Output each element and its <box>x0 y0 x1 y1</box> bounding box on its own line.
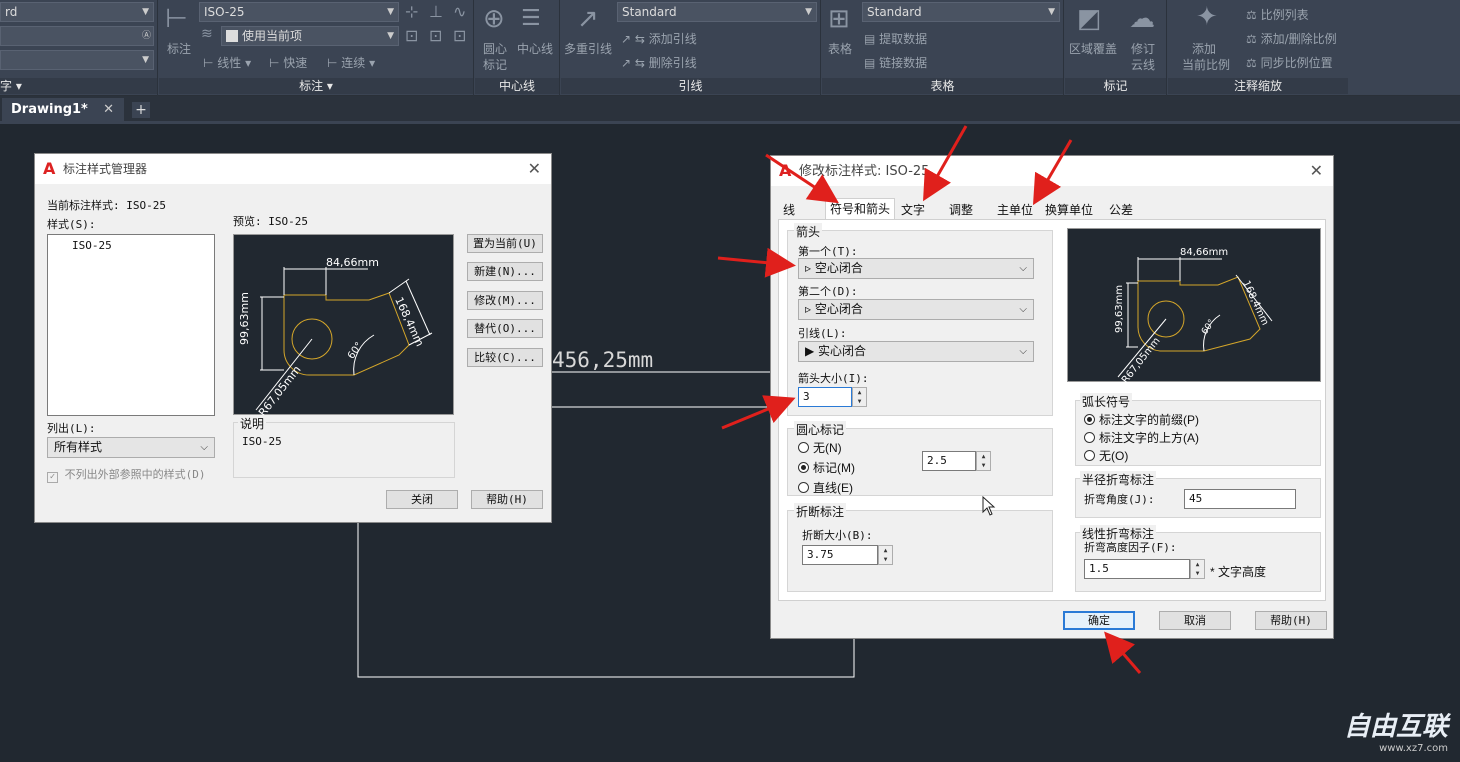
arrow-to-first-arrow <box>717 247 796 278</box>
arrow-to-arrow-size <box>721 395 796 430</box>
red-arrow-icons <box>717 125 1142 674</box>
watermark-logo: 自由互联 www.xz7.com <box>1344 706 1448 754</box>
watermark-brand: 自由互联 <box>1343 712 1448 742</box>
arrow-to-text-tab <box>923 125 968 202</box>
arrow-to-ok-button <box>1104 631 1142 674</box>
watermark-url: www.xz7.com <box>1379 743 1448 754</box>
arrow-to-units-tab <box>1032 139 1073 206</box>
annotation-arrows <box>717 125 1142 674</box>
arrow-to-symbols-tab <box>765 153 840 204</box>
